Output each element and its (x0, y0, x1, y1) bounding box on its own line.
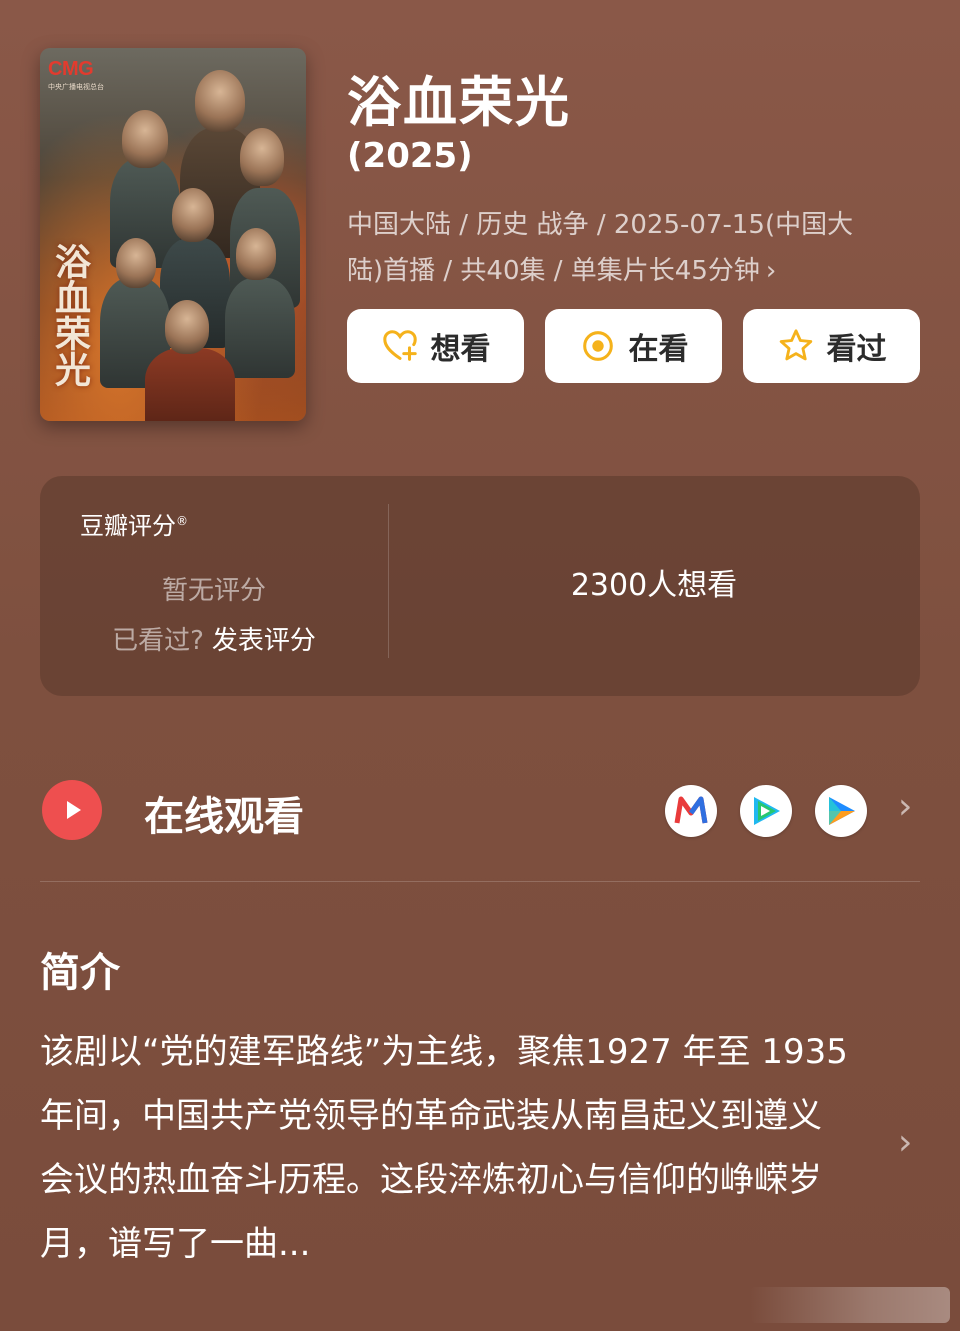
want-count[interactable]: 2300人想看 (388, 560, 920, 604)
mgtv-logo-icon (674, 796, 708, 824)
poster-figure-head (240, 128, 284, 186)
play-icon[interactable] (42, 780, 102, 840)
youku-logo-icon (829, 797, 855, 825)
poster-image[interactable]: CMG 中央广播电视总台 浴血荣光 (40, 48, 306, 421)
section-divider (40, 881, 920, 882)
watching-label: 在看 (628, 332, 689, 367)
poster-figure-head (195, 70, 245, 132)
intro-text[interactable]: 该剧以“党的建军路线”为主线，聚焦1927 年至 1935 年间，中国共产党领导… (40, 1020, 850, 1276)
tencent-video-icon[interactable] (740, 785, 792, 837)
online-watch-title[interactable]: 在线观看 (144, 784, 304, 842)
target-circle-icon (582, 331, 613, 361)
show-meta[interactable]: 中国大陆 / 历史 战争 / 2025-07-15(中国大 陆)首播 / 共40… (347, 202, 917, 294)
douban-rating-label: 豆瓣评分 (80, 512, 176, 540)
rate-link[interactable]: 发表评分 (212, 626, 316, 656)
show-year: (2025) (347, 136, 473, 176)
poster-figure-head (172, 188, 214, 242)
douban-rating-brand: 豆瓣评分® (80, 506, 188, 541)
chevron-right-icon: › (765, 256, 777, 286)
poster-figure-head (236, 228, 276, 280)
tencent-video-logo-icon (754, 797, 780, 825)
mgtv-icon[interactable] (665, 785, 717, 837)
youku-icon[interactable] (815, 785, 867, 837)
intro-chevron-right-icon[interactable]: › (898, 1122, 912, 1163)
seen-prompt-text: 已看过? (112, 626, 204, 656)
watched-label: 看过 (826, 332, 887, 367)
intro-heading: 简介 (40, 950, 120, 996)
cmg-logo-subtitle: 中央广播电视总台 (48, 83, 104, 91)
show-title: 浴血荣光 (347, 71, 571, 134)
rating-panel: 豆瓣评分® 暂无评分 已看过? 发表评分 2300人想看 (40, 476, 920, 696)
registered-mark: ® (176, 514, 188, 528)
watched-button[interactable]: 看过 (743, 309, 920, 383)
no-rating-text: 暂无评分 (161, 576, 266, 606)
play-triangle-icon (67, 801, 81, 819)
poster-figure (145, 348, 235, 421)
poster-vertical-title: 浴血荣光 (49, 243, 91, 387)
watching-button[interactable]: 在看 (545, 309, 722, 383)
watermark (750, 1287, 950, 1323)
want-label: 想看 (430, 332, 491, 367)
watch-chevron-right-icon[interactable]: › (898, 786, 912, 827)
star-icon (779, 329, 812, 361)
meta-line-2: 陆)首播 / 共40集 / 单集片长45分钟 › (347, 248, 917, 294)
cmg-logo: CMG (48, 58, 94, 80)
detail-page: CMG 中央广播电视总台 浴血荣光 浴血荣光 (2025) 中国大陆 / 历史 … (0, 0, 960, 1331)
poster-figure-head (165, 300, 209, 354)
meta-line-1: 中国大陆 / 历史 战争 / 2025-07-15(中国大 (347, 210, 854, 240)
poster-figure (225, 278, 295, 378)
poster-figure-head (122, 110, 168, 168)
seen-prompt: 已看过? 发表评分 (40, 620, 388, 657)
meta-line-2-text: 陆)首播 / 共40集 / 单集片长45分钟 (347, 256, 760, 286)
want-button[interactable]: 想看 (347, 309, 524, 383)
poster-figure-head (116, 238, 156, 288)
heart-plus-icon (382, 330, 417, 361)
